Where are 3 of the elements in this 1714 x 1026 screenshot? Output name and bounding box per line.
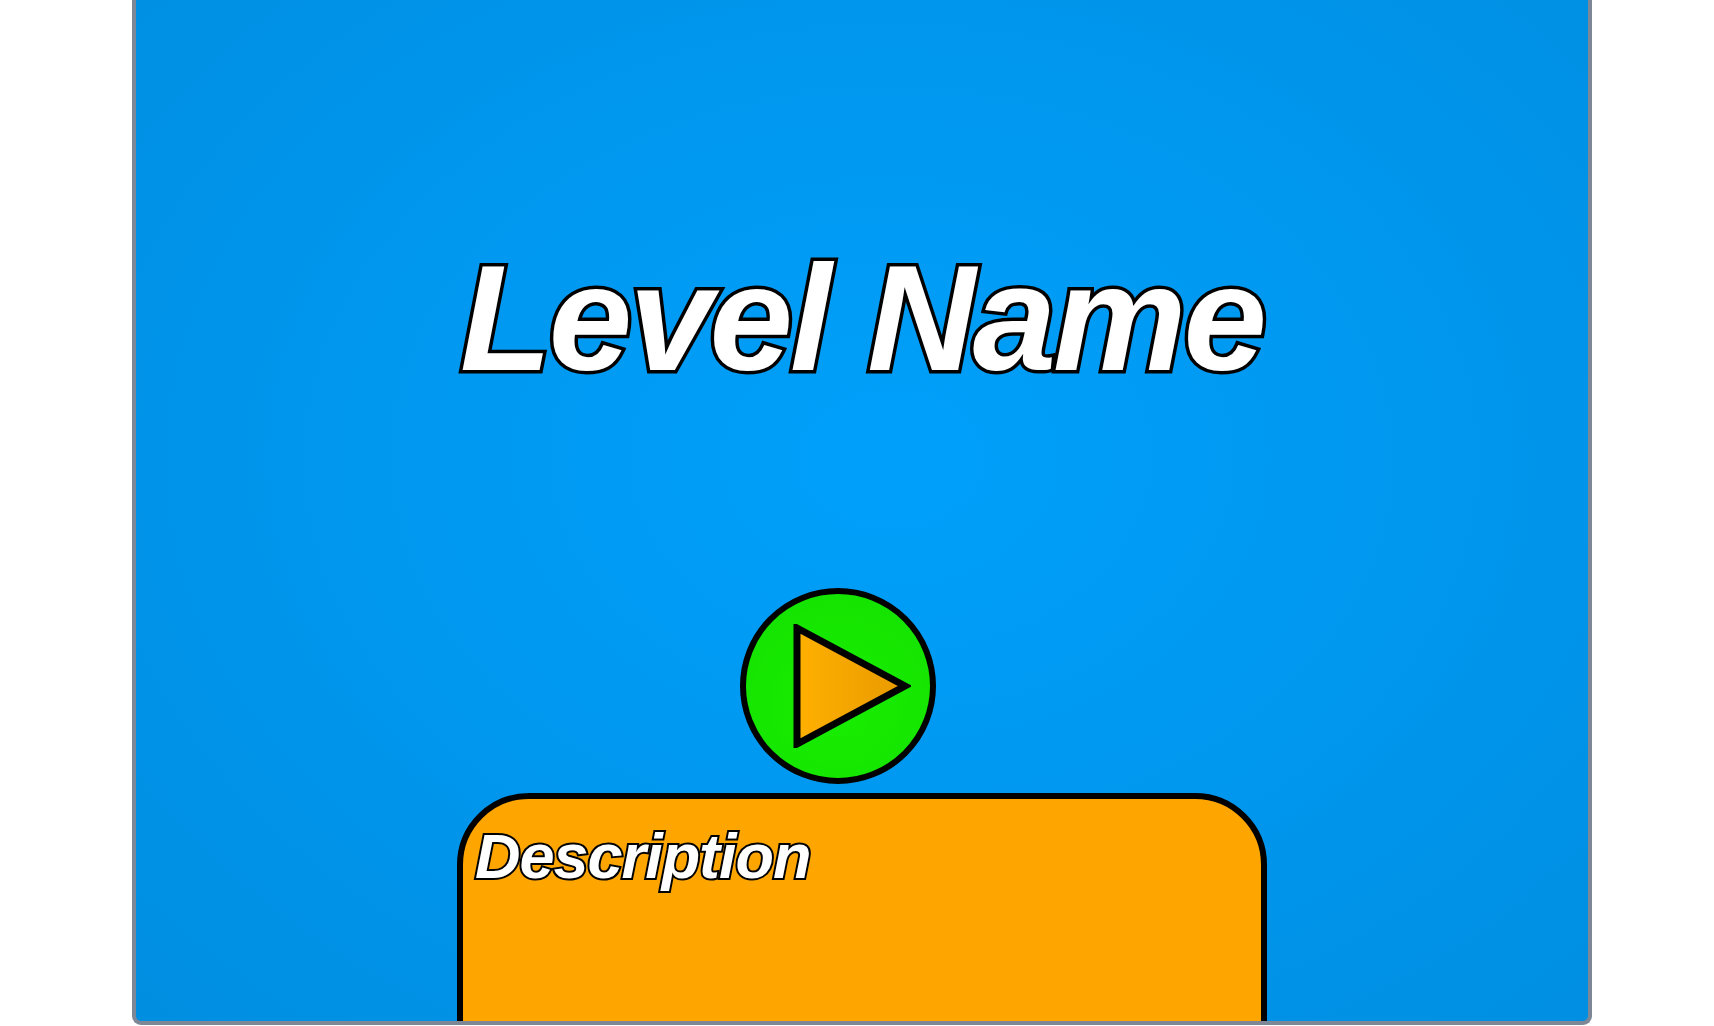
play-icon: [793, 624, 911, 748]
level-title: Level Name: [459, 233, 1265, 404]
description-label: Description: [475, 820, 812, 893]
